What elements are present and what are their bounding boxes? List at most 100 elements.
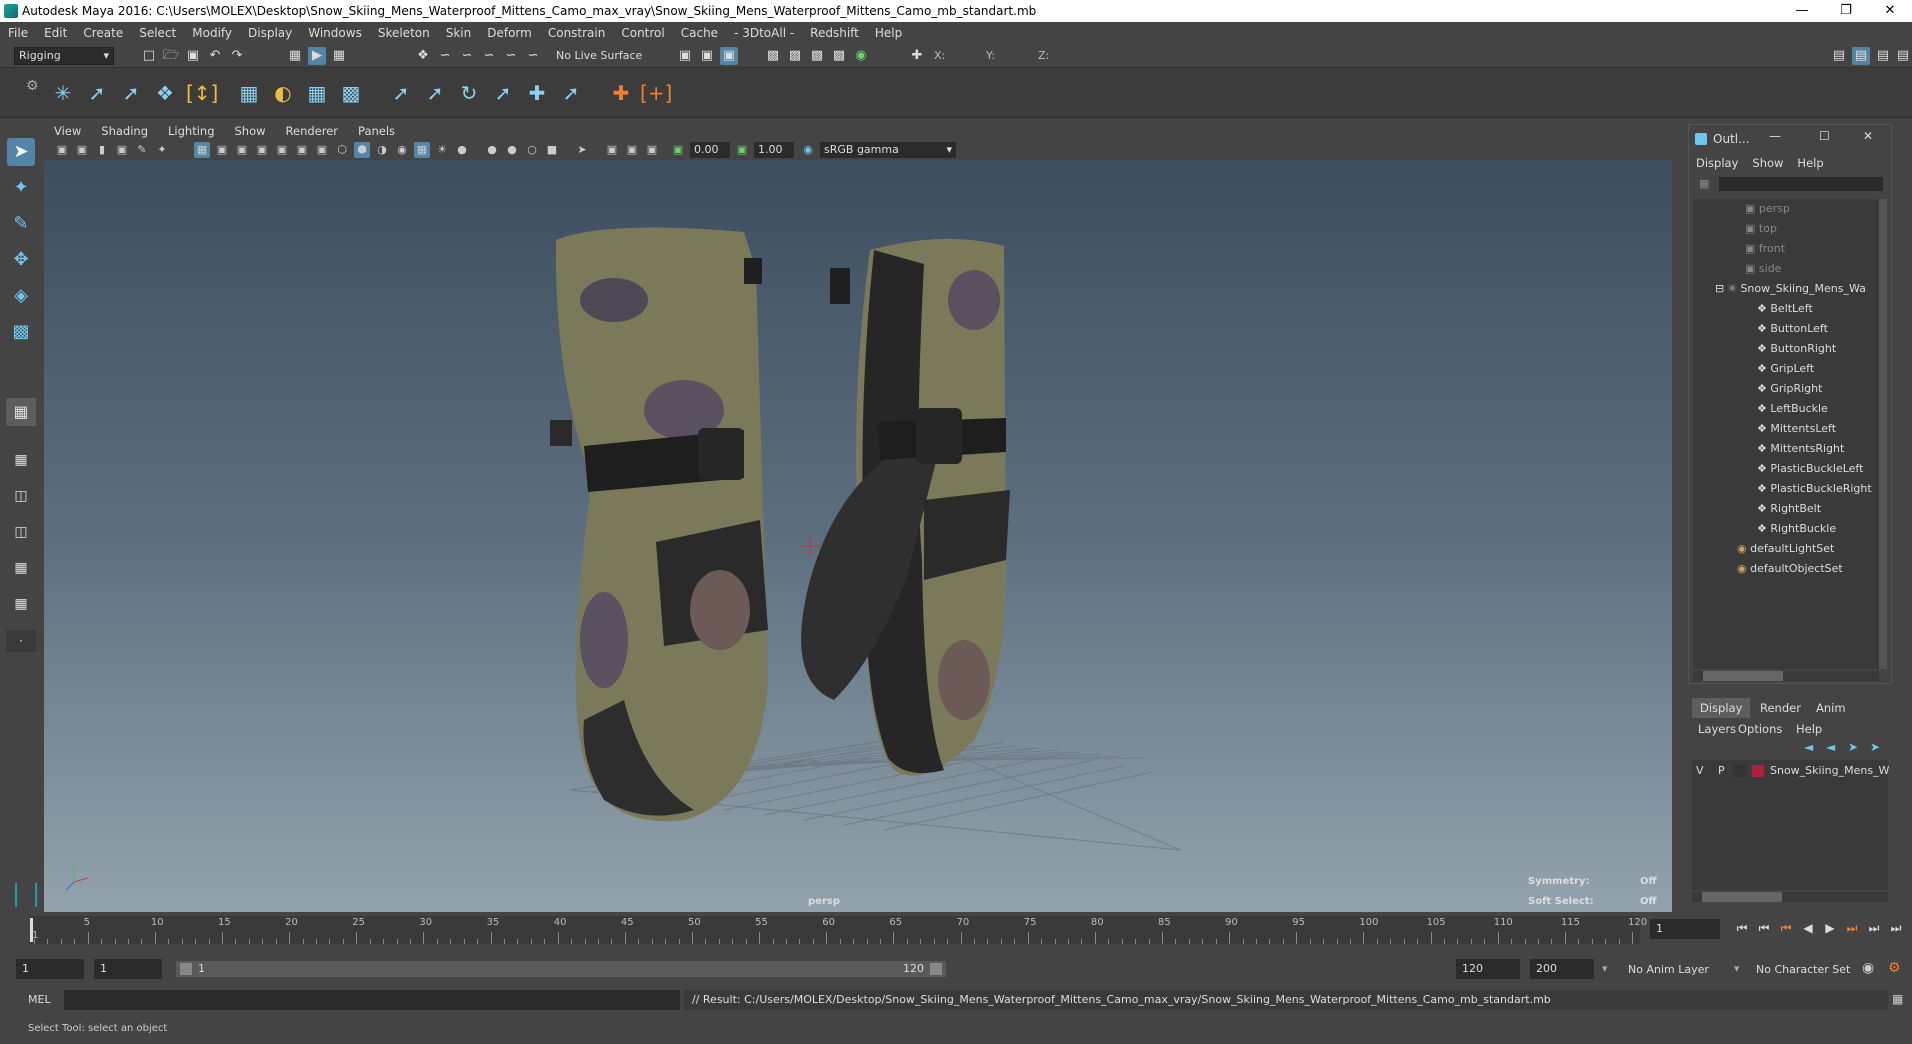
outliner-menu-display[interactable]: Display bbox=[1689, 156, 1745, 170]
wireframe-icon[interactable]: ⬡ bbox=[334, 142, 350, 158]
character-set-dropdown[interactable]: No Character Set bbox=[1756, 963, 1850, 976]
menu-deform[interactable]: Deform bbox=[479, 26, 540, 40]
attribute-editor-toggle-icon[interactable]: ▤ bbox=[1852, 47, 1870, 65]
lattice-icon[interactable]: ▦ bbox=[234, 78, 264, 108]
collapse-icon[interactable]: ⊟ bbox=[1715, 282, 1724, 295]
resolution-gate-icon[interactable]: ▣ bbox=[234, 142, 250, 158]
scale-tool-icon[interactable]: ▩ bbox=[7, 318, 35, 346]
wrap-deformer-icon[interactable]: ▦ bbox=[302, 78, 332, 108]
play-backwards-icon[interactable]: ◀ bbox=[1798, 918, 1818, 938]
outliner-set-item[interactable]: ◉ defaultLightSet bbox=[1693, 539, 1883, 559]
layer-playback-toggle[interactable]: P bbox=[1718, 764, 1725, 777]
colorspace-dropdown[interactable]: sRGB gamma ▾ bbox=[820, 142, 956, 158]
shadows-icon[interactable]: ☀ bbox=[434, 142, 450, 158]
minimize-icon[interactable]: — bbox=[1780, 0, 1824, 22]
outliner-mesh-item[interactable]: ❖ PlasticBuckleLeft bbox=[1693, 459, 1883, 479]
motion-blur-icon[interactable]: ● bbox=[484, 142, 500, 158]
step-forward-key-icon[interactable]: ⏭ bbox=[1842, 918, 1862, 938]
outliner-hscrollbar[interactable] bbox=[1693, 671, 1879, 681]
step-forward-icon[interactable]: ⏭ bbox=[1864, 918, 1884, 938]
point-constraint-icon[interactable]: ➚ bbox=[386, 78, 416, 108]
menuset-dropdown[interactable]: Rigging ▾ bbox=[14, 47, 114, 65]
two-pane-layout-icon[interactable]: ◫ bbox=[6, 482, 36, 510]
outliner-camera-top[interactable]: ▣ top bbox=[1693, 219, 1883, 239]
outliner-mesh-item[interactable]: ❖ ButtonRight bbox=[1693, 339, 1883, 359]
move-layer-down-icon[interactable]: ◄ bbox=[1826, 740, 1835, 754]
vp-menu-view[interactable]: View bbox=[44, 124, 91, 138]
backface-icon[interactable]: ▣ bbox=[644, 142, 660, 158]
field-chart-icon[interactable]: ▣ bbox=[274, 142, 290, 158]
layer-type-toggle[interactable] bbox=[1734, 765, 1746, 777]
playhead[interactable] bbox=[30, 918, 33, 942]
chevron-down-icon[interactable]: ▾ bbox=[1602, 962, 1608, 975]
blend-shape-icon[interactable]: ▩ bbox=[336, 78, 366, 108]
bend-deformer-icon[interactable]: ◐ bbox=[268, 78, 298, 108]
snap-view-icon[interactable]: ∽ bbox=[480, 47, 498, 65]
live-surface-label[interactable]: No Live Surface bbox=[556, 49, 642, 62]
ik-spline-icon[interactable]: ➚ bbox=[116, 78, 146, 108]
outliner-mesh-item[interactable]: ❖ ButtonLeft bbox=[1693, 319, 1883, 339]
snap-grid-icon[interactable]: ❖ bbox=[414, 47, 432, 65]
lasso-tool-icon[interactable]: ✦ bbox=[7, 174, 35, 202]
outliner-mesh-item[interactable]: ❖ BeltLeft bbox=[1693, 299, 1883, 319]
paint-select-icon[interactable]: ✎ bbox=[7, 210, 35, 238]
gamma-icon[interactable]: ▣ bbox=[734, 142, 750, 158]
vp-menu-show[interactable]: Show bbox=[225, 124, 276, 138]
script-language-label[interactable]: MEL bbox=[28, 993, 51, 1006]
vp-menu-shading[interactable]: Shading bbox=[91, 124, 158, 138]
menu-edit[interactable]: Edit bbox=[36, 26, 75, 40]
textured-icon[interactable]: ◉ bbox=[394, 142, 410, 158]
layer-visibility-toggle[interactable]: V bbox=[1696, 764, 1704, 777]
play-forwards-icon[interactable]: ▶ bbox=[1820, 918, 1840, 938]
layer-tab-display[interactable]: Display bbox=[1692, 698, 1751, 718]
layer-row[interactable]: V P Snow_Skiing_Mens_W bbox=[1692, 762, 1889, 780]
snap-curve-icon[interactable]: ∽ bbox=[436, 47, 454, 65]
layer-tab-render[interactable]: Render bbox=[1752, 698, 1809, 718]
scroll-thumb[interactable] bbox=[1703, 671, 1783, 681]
menu-help[interactable]: Help bbox=[867, 26, 910, 40]
menu-3dtoall[interactable]: - 3DtoAll - bbox=[726, 26, 802, 40]
new-layer-selected-icon[interactable]: ➤ bbox=[1870, 740, 1880, 754]
wireframe-on-shaded-icon[interactable]: ◑ bbox=[374, 142, 390, 158]
auto-key-icon[interactable]: ◉ bbox=[1862, 960, 1874, 976]
outliner-mesh-item[interactable]: ❖ GripLeft bbox=[1693, 359, 1883, 379]
menu-redshift[interactable]: Redshift bbox=[802, 26, 867, 40]
shelf-gear-icon[interactable]: ⚙ bbox=[26, 78, 39, 94]
color-management-icon[interactable]: ◉ bbox=[800, 142, 816, 158]
menu-create[interactable]: Create bbox=[75, 26, 131, 40]
outliner-camera-side[interactable]: ▣ side bbox=[1693, 259, 1883, 279]
xray-icon[interactable]: ➤ bbox=[574, 142, 590, 158]
layout-menu-icon[interactable]: · bbox=[6, 630, 36, 652]
insert-joint-icon[interactable]: ❖ bbox=[150, 78, 180, 108]
move-tool-icon[interactable]: ✥ bbox=[7, 246, 35, 274]
redshift-icon[interactable]: ◉ bbox=[852, 47, 870, 65]
vp-menu-panels[interactable]: Panels bbox=[348, 124, 405, 138]
menu-select[interactable]: Select bbox=[131, 26, 184, 40]
layer-tab-anim[interactable]: Anim bbox=[1808, 698, 1854, 718]
perspective-viewport[interactable]: persp Symmetry: Off Soft Select: Off bbox=[44, 160, 1672, 912]
scroll-thumb[interactable] bbox=[1702, 892, 1782, 902]
multisample-icon[interactable]: ● bbox=[504, 142, 520, 158]
ik-handle-icon[interactable]: ➚ bbox=[82, 78, 112, 108]
outliner-layout-icon[interactable]: ◫ bbox=[6, 518, 36, 546]
exposure-field[interactable]: 0.00 bbox=[690, 142, 730, 158]
select-component-icon[interactable]: ▦ bbox=[330, 47, 348, 65]
render-settings-icon[interactable]: ▣ bbox=[720, 47, 738, 65]
camera-select-icon[interactable]: ▣ bbox=[54, 142, 70, 158]
anim-layer-dropdown[interactable]: No Anim Layer bbox=[1628, 963, 1709, 976]
menu-windows[interactable]: Windows bbox=[300, 26, 370, 40]
ipr-render-icon[interactable]: ▩ bbox=[786, 47, 804, 65]
vp-menu-renderer[interactable]: Renderer bbox=[276, 124, 349, 138]
rotate-tool-icon[interactable]: ◈ bbox=[7, 282, 35, 310]
select-tool-icon[interactable]: ➤ bbox=[7, 138, 35, 166]
safe-title-icon[interactable]: ▣ bbox=[314, 142, 330, 158]
range-start-handle[interactable] bbox=[180, 963, 192, 975]
range-end-handle[interactable] bbox=[930, 963, 942, 975]
outliner-menu-show[interactable]: Show bbox=[1745, 156, 1790, 170]
menu-constrain[interactable]: Constrain bbox=[540, 26, 614, 40]
render-view-icon[interactable]: ▣ bbox=[698, 47, 716, 65]
redo-icon[interactable]: ↷ bbox=[228, 47, 246, 65]
depth-of-field-icon[interactable]: ○ bbox=[524, 142, 540, 158]
start-time-field[interactable]: 1 bbox=[16, 959, 84, 979]
four-pane-layout-icon[interactable]: ▦ bbox=[6, 446, 36, 474]
